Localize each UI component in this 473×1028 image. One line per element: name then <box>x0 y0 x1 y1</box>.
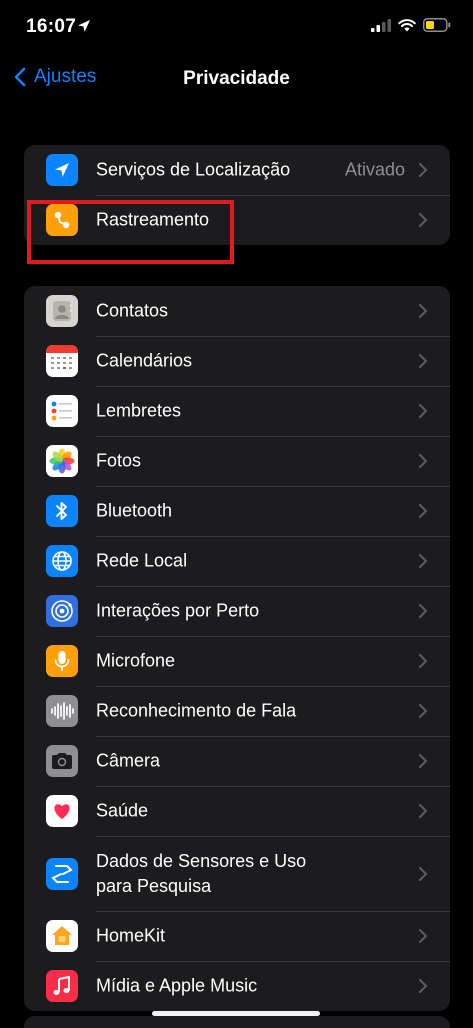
row-label: Saúde <box>96 800 149 821</box>
row-local-network[interactable]: Rede Local <box>24 536 450 586</box>
row-camera[interactable]: Câmera <box>24 736 450 786</box>
chevron-right-icon <box>418 553 428 569</box>
chevron-right-icon <box>418 212 428 228</box>
annotation-highlight-box <box>27 200 234 264</box>
chevron-right-icon <box>418 403 428 419</box>
camera-icon <box>46 745 78 777</box>
row-bluetooth[interactable]: Bluetooth <box>24 486 450 536</box>
globe-icon <box>46 545 78 577</box>
row-photos[interactable]: Fotos <box>24 436 450 486</box>
chevron-right-icon <box>418 928 428 944</box>
wifi-icon <box>398 18 416 31</box>
row-label: Rede Local <box>96 550 188 571</box>
status-indicators <box>371 18 451 32</box>
research-icon <box>46 857 78 890</box>
status-bar: 16:07 <box>0 0 473 56</box>
row-calendars[interactable]: Calendários <box>24 336 450 386</box>
chevron-right-icon <box>418 303 428 319</box>
row-reminders[interactable]: Lembretes <box>24 386 450 436</box>
chevron-right-icon <box>418 978 428 994</box>
battery-icon <box>423 18 451 32</box>
row-location-services[interactable]: Serviços de Localização Ativado <box>24 145 450 195</box>
row-label: Dados de Sensores e Uso para Pesquisa <box>96 850 307 896</box>
location-arrow-icon <box>46 154 78 186</box>
chevron-right-icon <box>418 603 428 619</box>
chevron-right-icon <box>418 453 428 469</box>
chevron-right-icon <box>418 866 428 881</box>
home-indicator[interactable] <box>152 1011 320 1016</box>
row-nearby-interactions[interactable]: Interações por Perto <box>24 586 450 636</box>
row-media-apple-music[interactable]: Mídia e Apple Music <box>24 961 450 1011</box>
cellular-signal-icon <box>371 18 391 32</box>
chevron-right-icon <box>418 162 428 178</box>
next-row-partial <box>24 1016 450 1028</box>
speech-waveform-icon <box>46 695 78 727</box>
row-label: Câmera <box>96 750 161 771</box>
microphone-icon <box>46 645 78 677</box>
row-label: Interações por Perto <box>96 600 260 621</box>
row-label: HomeKit <box>96 925 166 946</box>
row-homekit[interactable]: HomeKit <box>24 911 450 961</box>
health-heart-icon <box>46 795 78 827</box>
row-contacts[interactable]: Contatos <box>24 286 450 336</box>
row-health[interactable]: Saúde <box>24 786 450 836</box>
contacts-icon <box>46 295 78 327</box>
row-label: Mídia e Apple Music <box>96 975 258 996</box>
row-label: Microfone <box>96 650 176 671</box>
row-label: Lembretes <box>96 400 182 421</box>
row-value: Ativado <box>344 159 405 180</box>
app-permissions-group: Contatos Calendários Lembretes Fotos Blu… <box>24 286 450 1011</box>
row-label: Calendários <box>96 350 193 371</box>
row-label: Contatos <box>96 300 169 321</box>
status-time: 16:07 <box>26 16 77 37</box>
photos-icon <box>46 445 78 477</box>
navigation-bar: Ajustes Privacidade <box>0 56 473 106</box>
homekit-icon <box>46 920 78 952</box>
row-label: Bluetooth <box>96 500 173 521</box>
row-speech-recognition[interactable]: Reconhecimento de Fala <box>24 686 450 736</box>
chevron-right-icon <box>418 503 428 519</box>
nearby-interaction-icon <box>46 595 78 627</box>
row-microphone[interactable]: Microfone <box>24 636 450 686</box>
chevron-right-icon <box>418 653 428 669</box>
chevron-right-icon <box>418 703 428 719</box>
chevron-right-icon <box>418 753 428 769</box>
chevron-right-icon <box>418 803 428 819</box>
bluetooth-icon <box>46 495 78 527</box>
music-note-icon <box>46 970 78 1002</box>
row-label: Reconhecimento de Fala <box>96 700 297 721</box>
chevron-right-icon <box>418 353 428 369</box>
row-research-sensor-data[interactable]: Dados de Sensores e Uso para Pesquisa <box>24 836 450 911</box>
row-label: Fotos <box>96 450 142 471</box>
calendar-icon <box>46 345 78 377</box>
page-title: Privacidade <box>183 68 290 89</box>
reminders-icon <box>46 395 78 427</box>
location-services-active-icon <box>78 20 90 32</box>
